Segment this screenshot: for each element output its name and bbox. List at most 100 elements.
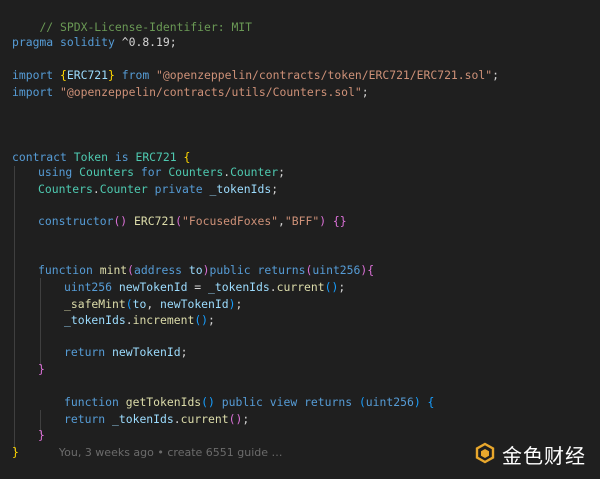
code-line-using: using Counters for Counters.Counter; xyxy=(38,164,285,181)
keyword: returns xyxy=(257,263,306,277)
jinse-logo-icon xyxy=(474,442,496,467)
function-name: getTokenIds xyxy=(125,395,202,409)
keyword: for xyxy=(134,165,169,179)
code-line-token-ids-decl: Counters.Counter private _tokenIds; xyxy=(38,181,278,198)
keyword: returns xyxy=(304,395,353,409)
type-name: Counter xyxy=(99,182,148,196)
braces: {} xyxy=(332,214,347,228)
brace: { xyxy=(53,68,67,82)
code-line-close-contract: } You, 3 weeks ago • create 6551 guide … xyxy=(12,444,283,461)
code-line-constructor: constructor() ERC721("FocusedFoxes","BFF… xyxy=(38,213,347,230)
semicolon: ; xyxy=(271,182,279,196)
watermark-text: 金色财经 xyxy=(502,444,586,468)
semicolon: ; xyxy=(208,313,215,327)
semicolon: ; xyxy=(492,68,499,82)
semicolon: ; xyxy=(338,280,346,294)
variable: to xyxy=(132,297,147,311)
comma: , xyxy=(278,214,285,228)
library-name: Counters xyxy=(79,165,135,179)
brace: } xyxy=(108,68,115,82)
keyword: constructor xyxy=(38,214,114,228)
paren: ( xyxy=(175,214,183,228)
brace: } xyxy=(38,428,45,442)
brace: } xyxy=(38,362,45,376)
keyword: from xyxy=(114,68,157,82)
variable: _tokenIds xyxy=(112,412,174,426)
keyword: import xyxy=(12,85,54,99)
string-literal: "FocusedFoxes" xyxy=(182,214,279,228)
type-name: uint256 xyxy=(64,280,113,294)
code-line-safe-mint: _safeMint(to, newTokenId); xyxy=(64,296,242,313)
variable: _tokenIds xyxy=(64,313,126,327)
dot: . xyxy=(92,182,100,196)
brace: { xyxy=(176,150,191,164)
function-call: increment xyxy=(132,313,195,327)
parens: () xyxy=(324,280,339,294)
operator: = xyxy=(187,280,209,294)
keyword: public xyxy=(221,395,263,409)
variable: newTokenId xyxy=(160,297,229,311)
function-call: current xyxy=(276,280,325,294)
semicolon: ; xyxy=(242,412,250,426)
version: ^0.8.19; xyxy=(114,35,177,49)
semicolon: ; xyxy=(361,85,369,99)
type-name: uint256 xyxy=(312,263,361,277)
import-name: ERC721 xyxy=(66,68,109,82)
comma: , xyxy=(146,297,161,311)
semicolon: ; xyxy=(235,297,243,311)
base-contract: ERC721 xyxy=(135,150,177,164)
variable: newTokenId xyxy=(112,345,181,359)
code-line-import-erc721: import {ERC721} from "@openzeppelin/cont… xyxy=(12,67,499,84)
paren: ) xyxy=(319,214,333,228)
function-call: current xyxy=(180,412,229,426)
code-line-increment: _tokenIds.increment(); xyxy=(64,312,215,329)
parameter: to xyxy=(188,263,203,277)
indent-guide xyxy=(40,278,41,366)
code-line-pragma: pragma solidity ^0.8.19; xyxy=(12,34,177,51)
keyword: return xyxy=(64,412,106,426)
type-name: address xyxy=(134,263,183,277)
code-line-close-get-token-ids: } xyxy=(38,427,45,444)
dot: . xyxy=(173,412,181,426)
code-line-mint-signature: function mint(address to)public returns(… xyxy=(38,262,374,279)
indent-guide xyxy=(14,166,15,451)
code-editor[interactable]: // SPDX-License-Identifier: MIT pragma s… xyxy=(0,0,600,479)
brace: { xyxy=(420,395,435,409)
variable: _tokenIds xyxy=(209,182,272,196)
git-blame-annotation[interactable]: You, 3 weeks ago • create 6551 guide … xyxy=(59,446,283,459)
parens: () xyxy=(201,395,222,409)
brace: { xyxy=(367,263,375,277)
keyword: function xyxy=(64,395,119,409)
code-comment: // SPDX-License-Identifier: MIT xyxy=(39,20,253,34)
import-path: "@openzeppelin/contracts/token/ERC721/ER… xyxy=(156,68,493,82)
brace: } xyxy=(12,445,19,459)
keyword: view xyxy=(269,395,298,409)
code-line-get-token-ids-signature: function getTokenIds() public view retur… xyxy=(64,394,434,411)
type-name: uint256 xyxy=(365,395,414,409)
watermark: 金色财经 xyxy=(474,440,586,469)
dot: . xyxy=(269,280,277,294)
function-call: _safeMint xyxy=(64,297,126,311)
parens: () xyxy=(113,214,135,228)
paren: ( xyxy=(358,395,366,409)
keyword: contract xyxy=(12,150,67,164)
keyword: import xyxy=(12,68,54,82)
function-name: mint xyxy=(99,263,128,277)
parens: () xyxy=(228,412,243,426)
keyword: using xyxy=(38,165,73,179)
library-name: Counters xyxy=(168,165,224,179)
keyword: solidity xyxy=(60,35,115,49)
code-line-close-mint: } xyxy=(38,361,45,378)
variable: _tokenIds xyxy=(208,280,270,294)
paren: ( xyxy=(127,263,135,277)
